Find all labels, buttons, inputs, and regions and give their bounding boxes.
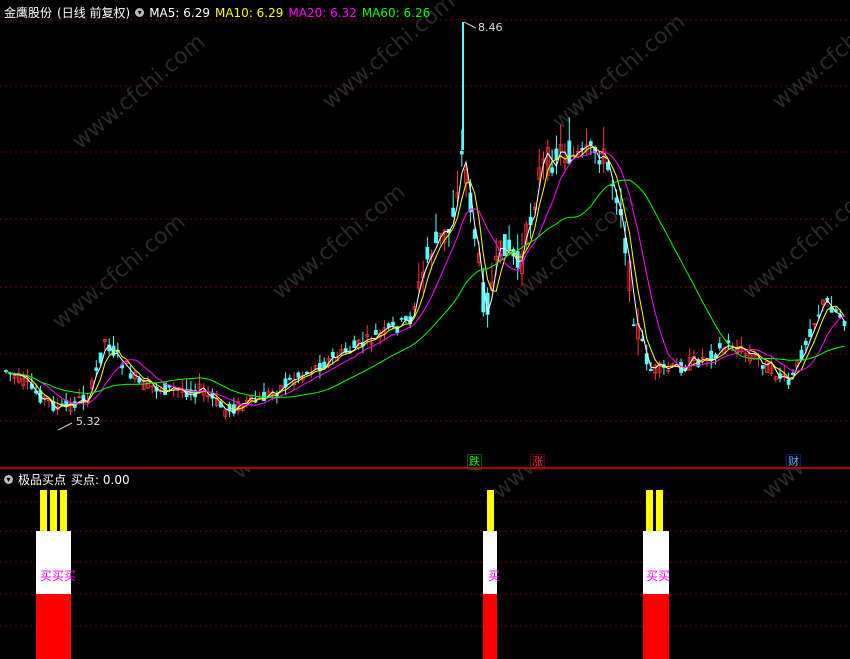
stock-title: 金鹰股份 — [4, 6, 53, 20]
ma5-line — [5, 144, 845, 413]
indicator-value: 买点: 0.00 — [71, 473, 130, 487]
candle-body — [287, 377, 292, 380]
candle-body — [391, 321, 395, 326]
candle-body — [808, 329, 812, 337]
price-chart-panel[interactable]: www.cfchi.com www.cfchi.com www.cfchi.com w… — [0, 0, 850, 470]
period-label: (日线 前复权) — [57, 6, 131, 20]
price-legend: 金鹰股份 (日线 前复权) ▾ MA5: 6.29 MA10: 6.29 MA2… — [4, 4, 430, 21]
watermark-text: www.cfchi.com — [548, 9, 690, 134]
high-marker — [463, 21, 477, 29]
candle-body — [631, 324, 636, 327]
watermark-text: www.cfchi.com — [738, 179, 850, 304]
ma5-label: MA5: 6.29 — [149, 5, 210, 20]
watermark-text: www.cfchi.com — [268, 179, 410, 304]
signal-yellow-bar — [40, 490, 47, 531]
candle-body — [459, 151, 464, 155]
buy-signal-label: 买买 — [646, 569, 671, 583]
candle-body — [610, 184, 615, 187]
indicator-title: 极品买点 — [18, 473, 67, 487]
candle-body — [451, 207, 456, 217]
candle-body — [717, 343, 722, 349]
candle-body — [803, 340, 808, 346]
candle-body — [550, 167, 554, 173]
indicator-legend: ▾ 极品买点 买点: 0.00 — [4, 471, 130, 488]
signal-yellow-bar — [646, 490, 653, 531]
low-marker — [57, 422, 73, 431]
signal-yellow-bar — [487, 490, 494, 531]
signal-white-bar — [36, 531, 71, 594]
indicator-panel[interactable]: www.cfchi.com www.cfchi.comwww.cfchi.com … — [0, 469, 850, 659]
candle-body — [760, 365, 765, 369]
buy-signal-label: 买买买 — [40, 569, 77, 583]
candle-body — [373, 329, 378, 335]
signal-white-bar — [643, 531, 669, 594]
candle-body — [399, 317, 404, 320]
candle-body — [434, 231, 438, 244]
candle-body — [588, 141, 593, 145]
signal-red-bar — [483, 594, 497, 659]
low-price-label: 5.32 — [76, 415, 101, 428]
watermark-text: www.cfchi.com — [48, 209, 190, 334]
signal-yellow-bar — [656, 490, 663, 531]
ma10-label: MA10: 6.29 — [214, 5, 284, 20]
candle-body — [791, 372, 795, 375]
candle-body — [597, 160, 602, 165]
watermark-text: www.cfchi.com — [768, 0, 850, 115]
candle-body — [842, 321, 847, 327]
high-price-label: 8.46 — [478, 21, 503, 34]
watermark-text: www.cfchi.com — [488, 469, 630, 505]
indicator-toggle-icon[interactable]: ▾ — [4, 475, 13, 484]
candle-body — [296, 372, 301, 378]
candle-body — [330, 351, 335, 357]
ma20-label: MA20: 6.32 — [288, 5, 357, 20]
price-chart-canvas: www.cfchi.com www.cfchi.com www.cfchi.com w… — [0, 0, 850, 431]
signal-yellow-bar — [60, 490, 67, 531]
candle-body — [649, 369, 653, 371]
signal-red-bar — [36, 594, 71, 659]
signal-red-bar — [643, 594, 669, 659]
signal-white-bar — [483, 531, 497, 594]
candle-body — [786, 379, 791, 385]
ma20-line — [5, 151, 845, 406]
candle-body — [94, 367, 99, 371]
buy-signal-label: 买 — [488, 569, 501, 583]
indicator-canvas: www.cfchi.com www.cfchi.com www.cfchi.com — [0, 469, 850, 659]
indicator-toggle-icon[interactable]: ▾ — [135, 8, 145, 17]
watermark-text: www.cfchi.com — [68, 29, 210, 154]
candle-body — [128, 373, 133, 379]
watermark-text: www.cfchi.com — [228, 469, 370, 485]
watermark-text: www.cfchi.com — [758, 469, 850, 505]
candle-body — [507, 239, 512, 251]
candle-body — [81, 394, 86, 403]
candle-body — [502, 234, 507, 257]
candle-body — [262, 391, 266, 402]
candle-body — [352, 340, 357, 349]
candle-body — [425, 246, 430, 260]
ma60-label: MA60: 6.26 — [361, 5, 431, 20]
signal-yellow-bar — [50, 490, 57, 531]
